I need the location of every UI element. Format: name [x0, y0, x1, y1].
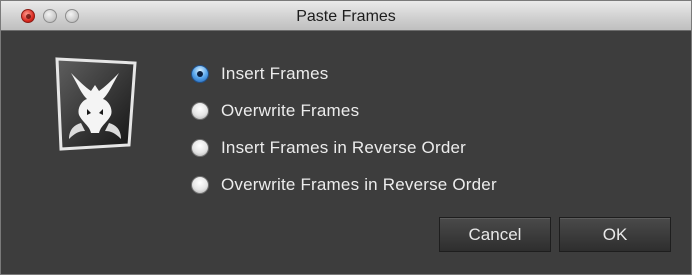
- dragon-logo-icon: [51, 53, 139, 151]
- title-bar: Paste Frames: [1, 1, 691, 31]
- paste-mode-radio-group: Insert Frames Overwrite Frames Insert Fr…: [191, 55, 497, 203]
- cancel-button[interactable]: Cancel: [439, 217, 551, 252]
- radio-insert-frames[interactable]: [191, 64, 209, 83]
- paste-frames-dialog: Paste Frames Insert Frames Overwrite Fra…: [0, 0, 692, 275]
- option-label: Overwrite Frames: [221, 100, 360, 120]
- radio-overwrite-frames[interactable]: [191, 101, 209, 120]
- option-insert-frames-reverse[interactable]: Insert Frames in Reverse Order: [191, 129, 497, 166]
- radio-insert-frames-reverse[interactable]: [191, 138, 209, 157]
- option-label: Insert Frames: [221, 63, 329, 83]
- ok-button[interactable]: OK: [559, 217, 671, 252]
- option-overwrite-frames[interactable]: Overwrite Frames: [191, 92, 497, 129]
- option-insert-frames[interactable]: Insert Frames: [191, 55, 497, 92]
- window-title: Paste Frames: [296, 8, 396, 25]
- option-label: Overwrite Frames in Reverse Order: [221, 174, 497, 194]
- option-label: Insert Frames in Reverse Order: [221, 137, 467, 157]
- radio-overwrite-frames-reverse[interactable]: [191, 175, 209, 194]
- option-overwrite-frames-reverse[interactable]: Overwrite Frames in Reverse Order: [191, 166, 497, 203]
